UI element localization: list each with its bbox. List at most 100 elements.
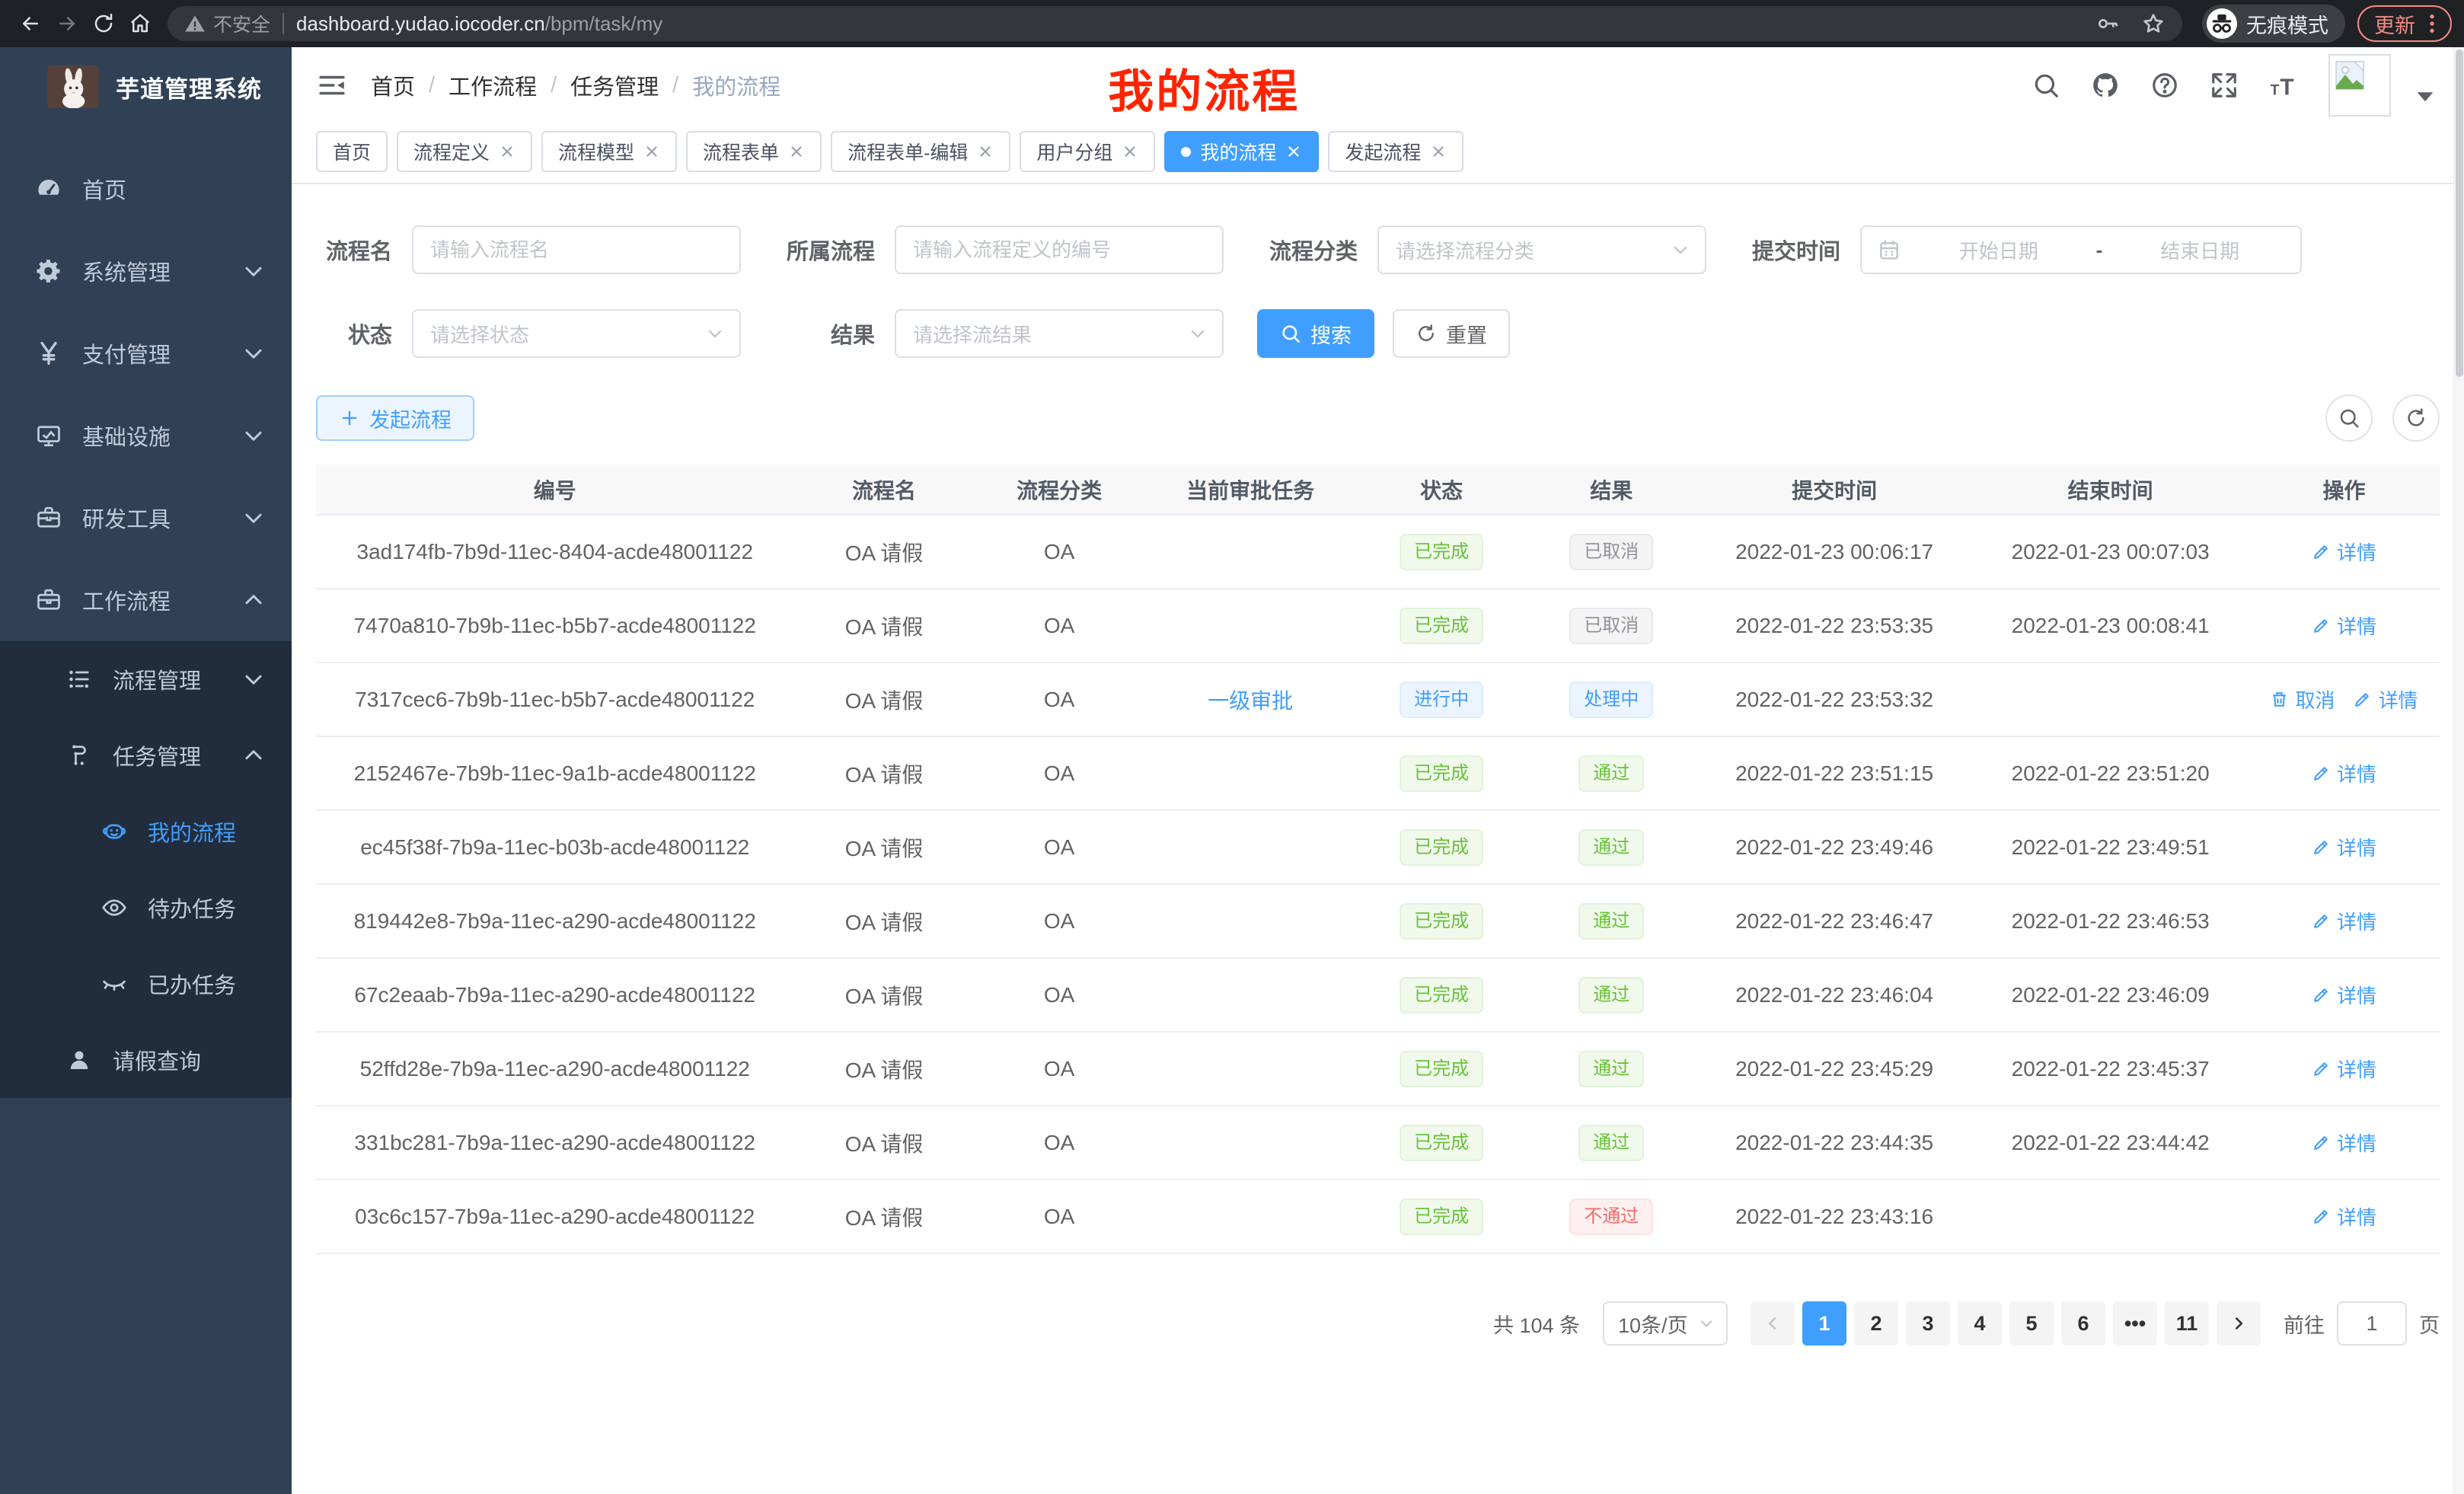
action-detail-link[interactable]: 详情 (2312, 538, 2376, 566)
sidebar-item-label: 已办任务 (148, 968, 236, 1000)
result-select[interactable]: 请选择流结果 (895, 309, 1224, 358)
avatar-caret-down-icon[interactable] (2411, 81, 2440, 110)
action-detail-link[interactable]: 详情 (2312, 1202, 2376, 1231)
help-icon[interactable] (2150, 71, 2179, 100)
tab-process-form-edit[interactable]: 流程表单-编辑 (831, 131, 1010, 172)
search-button-label: 搜索 (1310, 319, 1352, 349)
tab-home[interactable]: 首页 (316, 131, 388, 172)
password-key-icon[interactable] (2095, 11, 2120, 36)
action-detail-link[interactable]: 详情 (2312, 833, 2376, 861)
close-icon[interactable] (499, 143, 515, 160)
tab-my-process[interactable]: 我的流程 (1164, 131, 1319, 172)
action-cancel-link[interactable]: 取消 (2270, 685, 2335, 713)
refresh-table-button[interactable] (2392, 394, 2440, 442)
tab-start-process[interactable]: 发起流程 (1328, 131, 1463, 172)
pager-page-4[interactable]: 4 (1958, 1301, 2002, 1346)
pager-page-2[interactable]: 2 (1854, 1301, 1898, 1346)
pager-next-button[interactable] (2217, 1301, 2261, 1346)
bookmark-star-icon[interactable] (2141, 11, 2166, 36)
pager-page-3[interactable]: 3 (1906, 1301, 1950, 1346)
search-icon (1280, 323, 1301, 344)
tab-process-definition[interactable]: 流程定义 (397, 131, 532, 172)
sidebar-item-infrastructure[interactable]: 基础设施 (0, 394, 292, 477)
action-detail-link[interactable]: 详情 (2312, 1128, 2376, 1157)
tab-process-form[interactable]: 流程表单 (686, 131, 822, 172)
browser-update-button[interactable]: 更新 (2357, 5, 2452, 42)
pager-prev-button[interactable] (1751, 1301, 1795, 1346)
process-name-input[interactable] (412, 225, 741, 274)
breadcrumb-workflow[interactable]: 工作流程 (448, 69, 537, 101)
action-detail-link[interactable]: 详情 (2312, 981, 2376, 1009)
reset-button[interactable]: 重置 (1393, 309, 1510, 358)
create-process-button[interactable]: 发起流程 (316, 395, 474, 441)
calendar-icon (1877, 238, 1901, 262)
pager-ellipsis[interactable]: ••• (2113, 1301, 2157, 1346)
browser-forward-icon[interactable] (49, 5, 85, 42)
browser-menu-dots-icon[interactable] (2420, 11, 2444, 36)
status-select[interactable]: 请选择状态 (412, 309, 741, 358)
current-task-link[interactable]: 一级审批 (1208, 689, 1293, 713)
pager-page-6[interactable]: 6 (2061, 1301, 2105, 1346)
close-icon[interactable] (977, 143, 994, 160)
sidebar-item-workflow[interactable]: 工作流程 (0, 559, 292, 641)
sidebar-item-home[interactable]: 首页 (0, 148, 292, 230)
close-icon[interactable] (1430, 143, 1447, 160)
pager-page-5[interactable]: 5 (2009, 1301, 2054, 1346)
page-size-select[interactable]: 10条/页 (1603, 1301, 1728, 1346)
action-detail-link[interactable]: 详情 (2312, 907, 2376, 935)
avatar[interactable] (2328, 54, 2391, 117)
browser-home-icon[interactable] (122, 5, 158, 42)
font-size-icon[interactable]: TT (2269, 71, 2298, 100)
process-def-input[interactable] (895, 225, 1224, 274)
sidebar-item-dev-tools[interactable]: 研发工具 (0, 477, 292, 559)
sidebar-item-label: 工作流程 (82, 584, 171, 616)
pager-page-11[interactable]: 11 (2165, 1301, 2209, 1346)
sidebar-item-system-mgmt[interactable]: 系统管理 (0, 230, 292, 312)
browser-back-icon[interactable] (12, 5, 49, 42)
tab-process-model[interactable]: 流程模型 (541, 131, 677, 172)
end-date-placeholder[interactable]: 结束日期 (2115, 236, 2285, 264)
sidebar-item-done-tasks[interactable]: 已办任务 (0, 946, 292, 1022)
update-label[interactable]: 更新 (2374, 9, 2415, 39)
close-icon[interactable] (643, 143, 660, 160)
cell-submit-time: 2022-01-22 23:49:46 (1696, 810, 1973, 884)
search-button[interactable]: 搜索 (1257, 309, 1374, 358)
close-icon[interactable] (1285, 143, 1302, 160)
breadcrumb-home[interactable]: 首页 (371, 69, 415, 101)
submit-time-label: 提交时间 (1740, 234, 1840, 266)
action-detail-link[interactable]: 详情 (2353, 685, 2418, 713)
action-detail-link[interactable]: 详情 (2312, 759, 2376, 787)
status-badge: 已完成 (1400, 829, 1483, 866)
github-icon[interactable] (2091, 71, 2120, 100)
page-scrollbar[interactable] (2453, 47, 2464, 1494)
scrollbar-thumb[interactable] (2456, 49, 2463, 377)
breadcrumb-task-mgmt[interactable]: 任务管理 (570, 69, 659, 101)
sidebar-item-my-process[interactable]: 我的流程 (0, 793, 292, 870)
sidebar-item-payment-mgmt[interactable]: 支付管理 (0, 312, 292, 394)
show-search-button[interactable] (2325, 394, 2373, 442)
status-badge: 已完成 (1400, 755, 1483, 792)
sidebar-collapse-icon[interactable] (316, 69, 348, 101)
tab-user-group[interactable]: 用户分组 (1020, 131, 1155, 172)
browser-reload-icon[interactable] (85, 5, 122, 42)
submit-time-range-picker[interactable]: 开始日期 - 结束日期 (1860, 225, 2302, 274)
app-logo-row[interactable]: 芋道管理系统 (0, 47, 292, 126)
action-label: 详情 (2337, 981, 2376, 1009)
sidebar-item-process-mgmt[interactable]: 流程管理 (0, 641, 292, 717)
close-icon[interactable] (788, 143, 805, 160)
fullscreen-icon[interactable] (2210, 71, 2239, 100)
address-bar[interactable]: 不安全 dashboard.yudao.iocoder.cn/bpm/task/… (168, 6, 2182, 41)
sidebar-item-task-mgmt[interactable]: 任务管理 (0, 717, 292, 793)
action-detail-link[interactable]: 详情 (2312, 611, 2376, 640)
sidebar-item-todo-tasks[interactable]: 待办任务 (0, 870, 292, 946)
sidebar-item-leave-query[interactable]: 请假查询 (0, 1022, 292, 1098)
start-date-placeholder[interactable]: 开始日期 (1913, 236, 2084, 264)
security-label[interactable]: 不安全 (213, 10, 270, 37)
category-select[interactable]: 请选择流程分类 (1377, 225, 1706, 274)
action-detail-link[interactable]: 详情 (2312, 1055, 2376, 1083)
goto-page-input[interactable] (2337, 1301, 2407, 1346)
pager-page-1[interactable]: 1 (1802, 1301, 1846, 1346)
search-icon[interactable] (2032, 71, 2060, 100)
close-icon[interactable] (1122, 143, 1138, 160)
security-warning-icon[interactable] (184, 13, 206, 34)
